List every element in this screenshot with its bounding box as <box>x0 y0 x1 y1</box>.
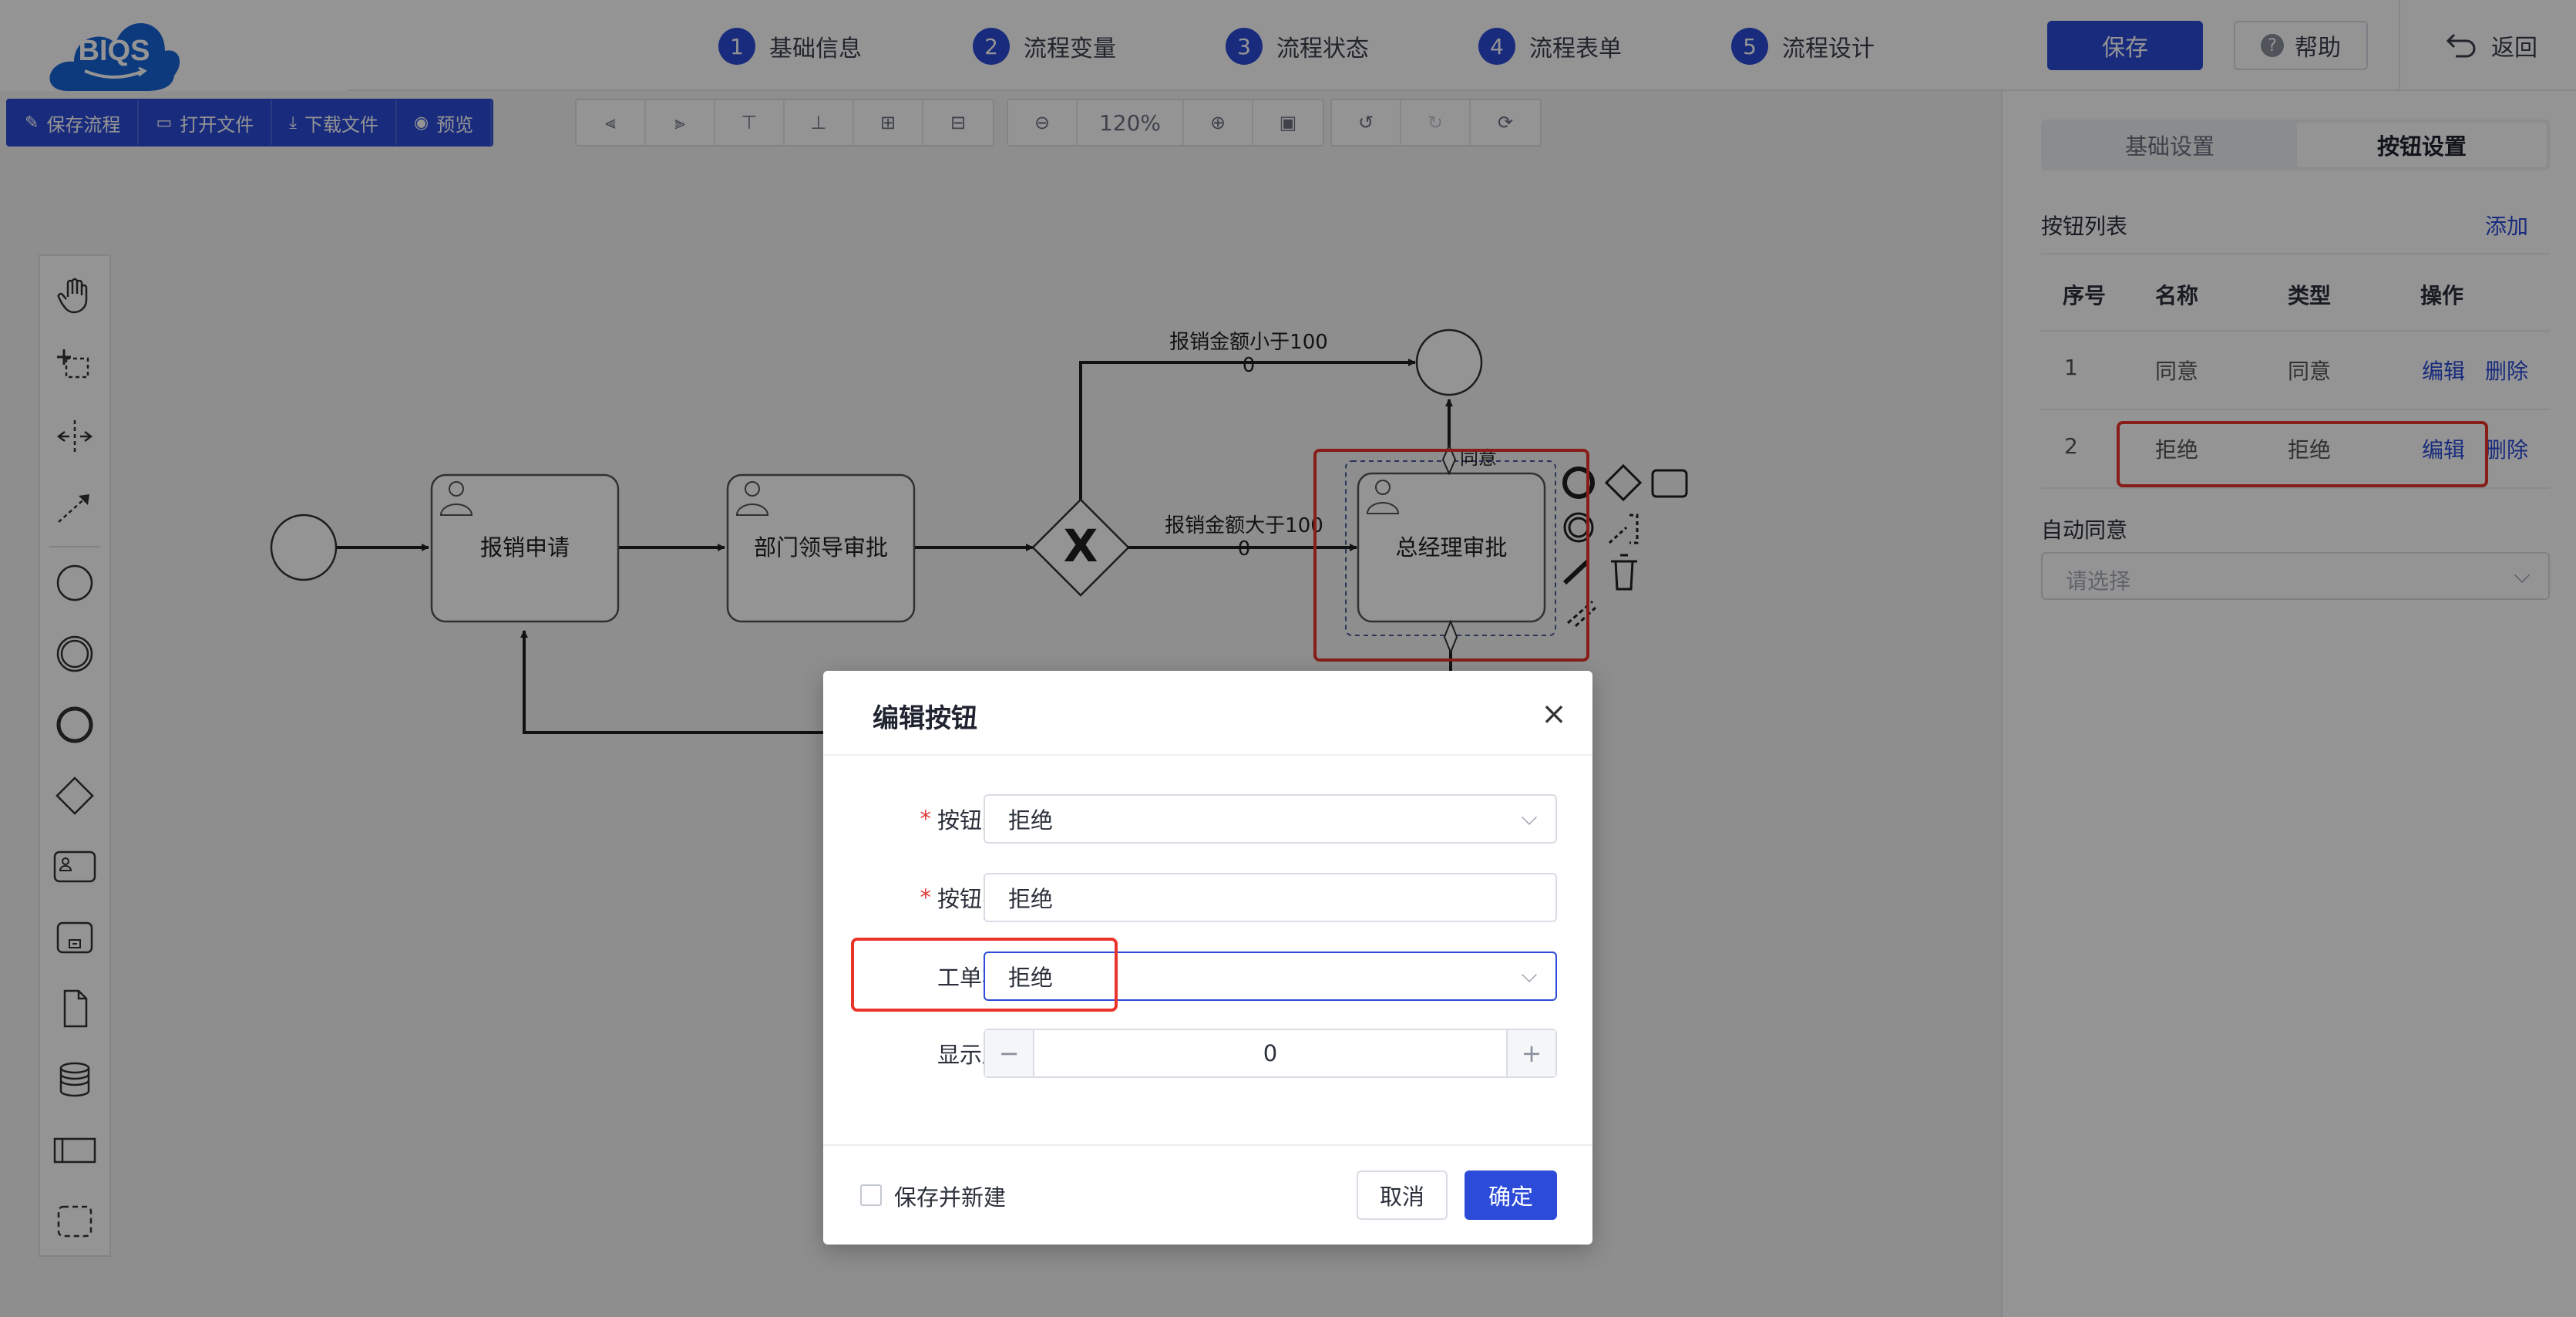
button-type-select[interactable]: 拒绝 <box>984 794 1557 844</box>
display-order-stepper[interactable]: − 0 + <box>984 1029 1557 1078</box>
display-order-value[interactable]: 0 <box>1034 1030 1506 1076</box>
confirm-button[interactable]: 确定 <box>1465 1170 1557 1220</box>
cancel-button[interactable]: 取消 <box>1357 1170 1448 1220</box>
required-mark: * <box>920 884 931 911</box>
edit-button-dialog: 编辑按钮 × * 按钮类型 拒绝 * 按钮名称 拒绝 工单状态 拒绝 显示顺序 − … <box>823 671 1592 1245</box>
save-and-new-label[interactable]: 保存并新建 <box>894 1180 1006 1212</box>
divider <box>823 754 1592 756</box>
divider <box>823 1144 1592 1146</box>
decrement-button[interactable]: − <box>985 1030 1034 1076</box>
chevron-down-icon <box>1522 967 1537 982</box>
dialog-title: 编辑按钮 <box>873 703 977 734</box>
button-name-input[interactable]: 拒绝 <box>984 873 1557 922</box>
close-icon[interactable]: × <box>1540 699 1568 729</box>
save-and-new-checkbox[interactable] <box>860 1184 882 1206</box>
highlight-order-state <box>851 938 1118 1012</box>
increment-button[interactable]: + <box>1506 1030 1555 1076</box>
required-mark: * <box>920 806 931 832</box>
chevron-down-icon <box>1522 810 1537 825</box>
